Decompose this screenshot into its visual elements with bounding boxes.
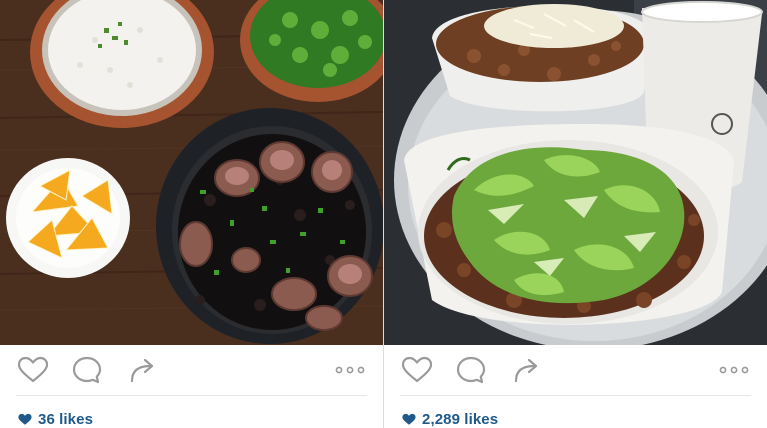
divider-line <box>400 395 751 396</box>
food-photo-burrito-bowl <box>384 0 767 345</box>
share-button[interactable] <box>126 355 160 385</box>
like-button[interactable] <box>16 355 50 385</box>
share-icon <box>514 358 538 383</box>
heart-icon <box>17 356 49 383</box>
divider-line <box>16 395 367 396</box>
heart-filled-icon <box>18 413 32 425</box>
post-photo[interactable] <box>0 0 383 345</box>
post-photo[interactable] <box>384 0 767 345</box>
comment-button[interactable] <box>454 355 488 385</box>
heart-icon <box>401 356 433 383</box>
comment-icon <box>456 356 486 384</box>
food-photo-feijoada <box>0 0 383 345</box>
likes-text: 36 likes <box>38 410 94 428</box>
likes-text: 2,289 likes <box>422 410 499 428</box>
share-icon <box>130 358 154 383</box>
likes-count[interactable]: 2,289 likes <box>402 409 498 428</box>
comment-icon <box>72 356 102 384</box>
share-button[interactable] <box>510 355 544 385</box>
more-options-button[interactable] <box>333 355 367 385</box>
post-card-left: 36 likes <box>0 0 383 428</box>
more-icon <box>335 366 365 374</box>
heart-filled-icon <box>402 413 416 425</box>
comment-button[interactable] <box>70 355 104 385</box>
like-button[interactable] <box>400 355 434 385</box>
more-options-button[interactable] <box>717 355 751 385</box>
post-card-right: 2,289 likes <box>384 0 767 428</box>
action-bar <box>0 345 383 395</box>
action-bar <box>384 345 767 395</box>
likes-count[interactable]: 36 likes <box>18 409 93 428</box>
more-icon <box>719 366 749 374</box>
